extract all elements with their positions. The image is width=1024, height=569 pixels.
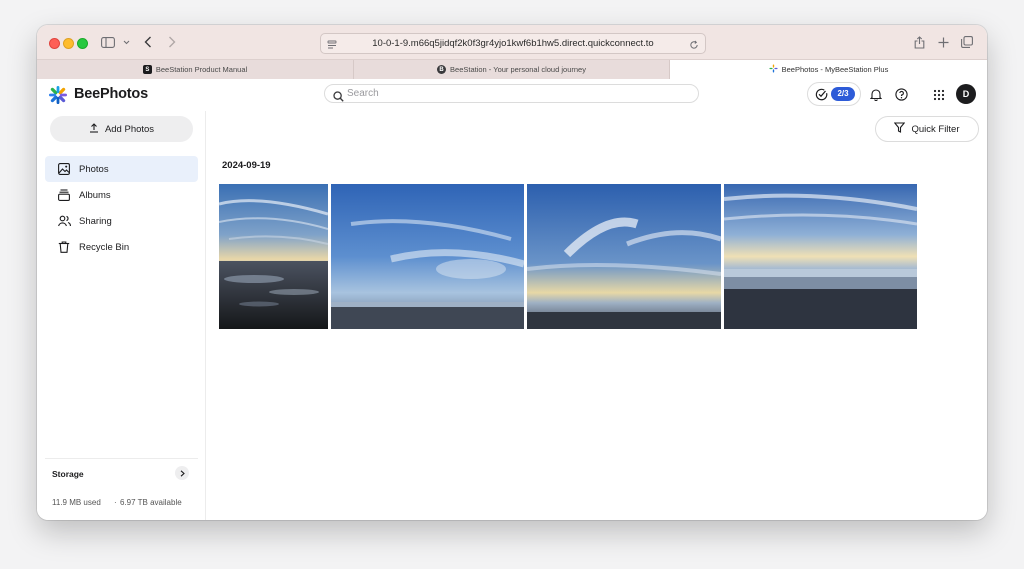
app-grid-icon[interactable] bbox=[933, 88, 945, 106]
date-group-heading: 2024-09-19 bbox=[222, 160, 271, 171]
sidebar-item-albums[interactable]: Albums bbox=[45, 182, 198, 208]
tab-label: BeeStation - Your personal cloud journey bbox=[450, 65, 586, 74]
close-window-button[interactable] bbox=[49, 38, 60, 49]
app-name: BeePhotos bbox=[74, 86, 148, 102]
sidebar-item-photos[interactable]: Photos bbox=[45, 156, 198, 182]
new-tab-icon[interactable] bbox=[936, 33, 950, 51]
quick-filter-button[interactable]: Quick Filter bbox=[875, 116, 979, 142]
beephotos-favicon-icon bbox=[769, 64, 778, 75]
storage-divider bbox=[45, 458, 198, 459]
site-settings-icon[interactable] bbox=[327, 38, 337, 57]
sidebar-item-recycle-bin[interactable]: Recycle Bin bbox=[45, 234, 198, 260]
sidebar-item-label: Albums bbox=[79, 190, 111, 201]
sidebar: Add Photos Photos Albums Sharing Recycle… bbox=[37, 111, 206, 520]
sidebar-toggle-icon[interactable] bbox=[100, 33, 116, 51]
trash-icon bbox=[58, 241, 70, 256]
background-tasks-button[interactable]: 2/3 bbox=[807, 82, 861, 106]
photo-4[interactable] bbox=[724, 184, 917, 329]
avatar[interactable]: D bbox=[956, 84, 976, 104]
bell-icon[interactable] bbox=[869, 88, 883, 106]
browser-window: 10-0-1-9.m66q5jidqf2k0f3gr4yjo1kwf6b1hw5… bbox=[37, 25, 987, 520]
sidebar-item-label: Photos bbox=[79, 164, 109, 175]
tab-beestation-home[interactable]: B BeeStation - Your personal cloud journ… bbox=[354, 60, 670, 79]
app-header: BeePhotos 2/3 D bbox=[37, 79, 987, 111]
tab-label: BeeStation Product Manual bbox=[155, 65, 248, 74]
tab-strip: S BeeStation Product Manual B BeeStation… bbox=[37, 59, 987, 80]
sidebar-item-label: Recycle Bin bbox=[79, 242, 130, 253]
search-box[interactable] bbox=[324, 84, 699, 103]
help-icon[interactable] bbox=[895, 88, 908, 106]
forward-arrow-icon[interactable] bbox=[165, 33, 179, 51]
zoom-window-button[interactable] bbox=[77, 38, 88, 49]
beestation-b-icon: B bbox=[437, 65, 447, 74]
filter-icon bbox=[894, 122, 906, 136]
reload-icon[interactable] bbox=[689, 38, 699, 57]
photo-1[interactable] bbox=[219, 184, 328, 329]
chevron-down-icon[interactable] bbox=[121, 33, 131, 51]
address-bar[interactable]: 10-0-1-9.m66q5jidqf2k0f3gr4yjo1kwf6b1hw5… bbox=[320, 33, 706, 54]
tab-beephotos[interactable]: BeePhotos - MyBeeStation Plus bbox=[670, 60, 987, 79]
storage-available: 6.97 TB available bbox=[120, 498, 182, 507]
search-input[interactable] bbox=[347, 86, 667, 101]
title-bar: 10-0-1-9.m66q5jidqf2k0f3gr4yjo1kwf6b1hw5… bbox=[37, 25, 987, 59]
add-photos-button[interactable]: Add Photos bbox=[50, 116, 193, 142]
url-text: 10-0-1-9.m66q5jidqf2k0f3gr4yjo1kwf6b1hw5… bbox=[372, 38, 654, 49]
search-icon bbox=[333, 89, 344, 107]
albums-icon bbox=[58, 189, 70, 204]
tab-beestation-manual[interactable]: S BeeStation Product Manual bbox=[37, 60, 354, 79]
tab-label: BeePhotos - MyBeeStation Plus bbox=[781, 65, 889, 74]
storage-separator: · bbox=[114, 498, 117, 507]
photo-3[interactable] bbox=[527, 184, 721, 329]
quick-filter-label: Quick Filter bbox=[911, 123, 960, 135]
sidebar-item-label: Sharing bbox=[79, 216, 112, 227]
minimize-window-button[interactable] bbox=[63, 38, 74, 49]
main-content: Quick Filter 2024-09-19 bbox=[206, 111, 987, 520]
storage-used: 11.9 MB used bbox=[52, 498, 101, 507]
beephotos-logo-icon bbox=[49, 86, 67, 104]
photo-2[interactable] bbox=[331, 184, 524, 329]
share-icon[interactable] bbox=[912, 33, 926, 51]
check-circle-icon bbox=[815, 88, 828, 106]
chevron-right-icon bbox=[180, 464, 185, 482]
people-icon bbox=[58, 215, 71, 230]
sidebar-item-sharing[interactable]: Sharing bbox=[45, 208, 198, 234]
tab-overview-icon[interactable] bbox=[960, 33, 974, 51]
add-photos-label: Add Photos bbox=[104, 123, 155, 135]
tasks-badge: 2/3 bbox=[831, 87, 855, 101]
beestation-s-icon: S bbox=[142, 65, 152, 74]
image-icon bbox=[58, 163, 70, 178]
upload-icon bbox=[89, 122, 99, 136]
storage-details-button[interactable] bbox=[175, 466, 189, 480]
storage-title: Storage bbox=[52, 469, 84, 479]
back-arrow-icon[interactable] bbox=[141, 33, 155, 51]
